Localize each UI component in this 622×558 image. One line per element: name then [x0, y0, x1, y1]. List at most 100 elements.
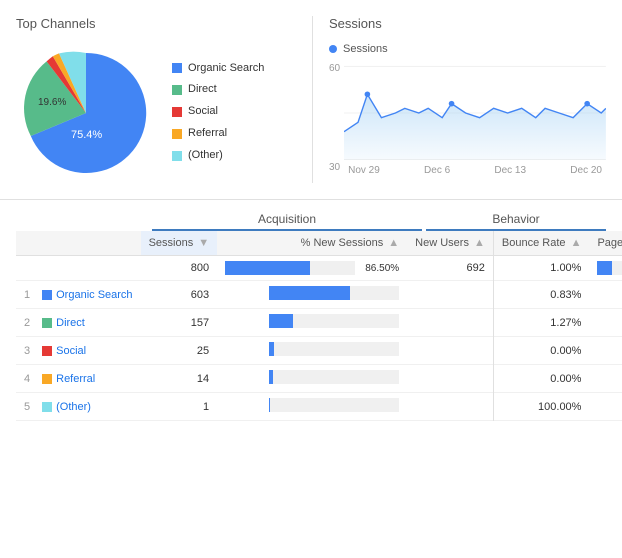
th-new-sessions: % New Sessions ▲: [217, 231, 407, 256]
sessions-title: Sessions: [329, 16, 606, 31]
table-total-row: 800 86.50% 692 1.00%: [16, 256, 622, 281]
pages-bar-4: [589, 365, 622, 393]
total-newusers: 692: [407, 256, 493, 281]
sessions-4: 14: [141, 365, 218, 393]
th-num: [16, 231, 34, 256]
row-num-4: 4: [16, 365, 34, 393]
total-bounce: 1.00%: [493, 256, 589, 281]
table-row: 4 Referral 14 0.00%: [16, 365, 622, 393]
newusers-5: [407, 393, 493, 421]
channel-dot-5: [42, 402, 52, 412]
data-table-section: Acquisition Behavior Sessions ▼ % New Se…: [0, 200, 622, 433]
newsessions-bar-1: [217, 281, 407, 309]
newusers-2: [407, 309, 493, 337]
row-channel-3: Social: [34, 337, 140, 365]
newusers-4: [407, 365, 493, 393]
newsessions-bar-5: [217, 393, 407, 421]
bounce-5: 100.00%: [493, 393, 589, 421]
newusers-1: [407, 281, 493, 309]
legend-label-organic: Organic Search: [188, 59, 264, 79]
legend-label-social: Social: [188, 102, 218, 122]
data-table: Sessions ▼ % New Sessions ▲ New Users ▲ …: [16, 231, 622, 421]
row-num-3: 3: [16, 337, 34, 365]
pie-chart: 75.4% 19.6%: [16, 43, 156, 183]
channel-link-2[interactable]: Direct: [56, 317, 85, 329]
sessions-2: 157: [141, 309, 218, 337]
behavior-header: Behavior: [426, 212, 606, 231]
sessions-point-peak: [365, 91, 371, 97]
y-axis-max: 60: [329, 63, 340, 74]
th-bounce-rate: Bounce Rate ▲: [493, 231, 589, 256]
sort-icon-bounce[interactable]: ▲: [571, 237, 582, 249]
pages-bar-2: [589, 309, 622, 337]
x-label-dec20: Dec 20: [570, 165, 602, 176]
chart-legend: Organic Search Direct Social Referral (O…: [172, 59, 264, 168]
sort-icon-newsessions[interactable]: ▲: [388, 237, 399, 249]
y-axis-min: 30: [329, 162, 340, 173]
x-label-nov29: Nov 29: [348, 165, 380, 176]
pages-bar-3: [589, 337, 622, 365]
pie-label-direct: 19.6%: [38, 97, 66, 108]
newsessions-bar-2: [217, 309, 407, 337]
total-newsessions-pct: 86.50%: [359, 263, 399, 274]
row-num-1: 1: [16, 281, 34, 309]
legend-label-direct: Direct: [188, 80, 217, 100]
top-channels-panel: Top Channels 75.4%: [16, 16, 296, 183]
table-row: 2 Direct 157 1.27%: [16, 309, 622, 337]
legend-dot-social: [172, 107, 182, 117]
x-axis-labels: Nov 29 Dec 6 Dec 13 Dec 20: [344, 165, 606, 176]
sessions-panel: Sessions Sessions 60 30: [312, 16, 606, 183]
th-new-users: New Users ▲: [407, 231, 493, 256]
channel-dot-3: [42, 346, 52, 356]
table-row: 3 Social 25 0.00%: [16, 337, 622, 365]
pages-bar-1: [589, 281, 622, 309]
channel-link-4[interactable]: Referral: [56, 373, 95, 385]
sessions-1: 603: [141, 281, 218, 309]
channel-dot-4: [42, 374, 52, 384]
legend-item-referral: Referral: [172, 124, 264, 144]
legend-dot-organic: [172, 63, 182, 73]
bounce-3: 0.00%: [493, 337, 589, 365]
bounce-4: 0.00%: [493, 365, 589, 393]
newsessions-bar-4: [217, 365, 407, 393]
legend-item-direct: Direct: [172, 80, 264, 100]
row-num-5: 5: [16, 393, 34, 421]
x-label-dec13: Dec 13: [494, 165, 526, 176]
row-channel-2: Direct: [34, 309, 140, 337]
sort-icon-sessions[interactable]: ▼: [198, 237, 209, 249]
channel-link-1[interactable]: Organic Search: [56, 289, 132, 301]
legend-label-other: (Other): [188, 146, 223, 166]
row-channel-5: (Other): [34, 393, 140, 421]
sessions-point-2: [584, 101, 590, 107]
sessions-line-chart: [344, 63, 606, 163]
sort-icon-newusers[interactable]: ▲: [474, 237, 485, 249]
table-header-row: Sessions ▼ % New Sessions ▲ New Users ▲ …: [16, 231, 622, 256]
channel-link-5[interactable]: (Other): [56, 401, 91, 413]
total-sessions: 800: [141, 256, 218, 281]
total-newsessions-bar: 86.50%: [217, 256, 407, 281]
newsessions-bar-3: [217, 337, 407, 365]
legend-label-referral: Referral: [188, 124, 227, 144]
acquisition-header: Acquisition: [152, 212, 422, 231]
bounce-2: 1.27%: [493, 309, 589, 337]
channel-dot-2: [42, 318, 52, 328]
sessions-legend: Sessions: [329, 43, 606, 55]
total-label: [34, 256, 140, 281]
legend-item-social: Social: [172, 102, 264, 122]
table-row: 1 Organic Search 603 0.83%: [16, 281, 622, 309]
row-channel-1: Organic Search: [34, 281, 140, 309]
legend-item-other: (Other): [172, 146, 264, 166]
channel-link-3[interactable]: Social: [56, 345, 86, 357]
table-row: 5 (Other) 1 100.00%: [16, 393, 622, 421]
legend-item-organic: Organic Search: [172, 59, 264, 79]
sessions-point-1: [449, 101, 455, 107]
th-sessions: Sessions ▼: [141, 231, 218, 256]
sessions-3: 25: [141, 337, 218, 365]
sessions-legend-label: Sessions: [343, 43, 388, 55]
row-num-2: 2: [16, 309, 34, 337]
pages-bar-5: [589, 393, 622, 421]
sessions-area: [344, 94, 606, 159]
legend-dot-referral: [172, 129, 182, 139]
sessions-dot: [329, 45, 337, 53]
th-channel: [34, 231, 140, 256]
